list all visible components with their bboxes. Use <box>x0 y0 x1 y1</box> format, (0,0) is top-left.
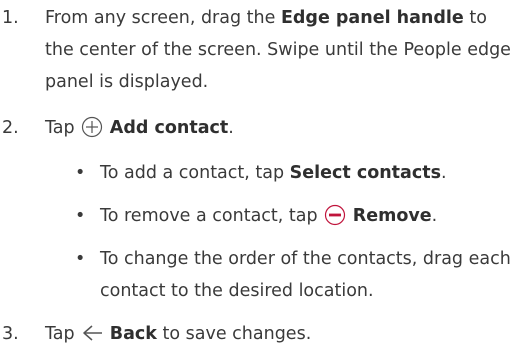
bullet-text-pre: To change the order of the contacts, dra… <box>100 249 511 301</box>
bullet-text-pre: To add a contact, tap <box>100 163 290 183</box>
remove-circle-icon <box>324 204 346 237</box>
ui-term-edge-panel-handle: Edge panel handle <box>280 8 464 28</box>
step-number: 2. <box>2 118 19 138</box>
bullet-text-pre: To remove a contact, tap <box>100 206 324 226</box>
ui-term-add-contact: Add contact <box>109 118 229 138</box>
bullet-marker: • <box>75 163 86 183</box>
step-text-post: . <box>228 118 234 138</box>
ui-term-remove: Remove <box>352 206 432 226</box>
ui-term-back: Back <box>109 324 157 344</box>
step-text: Tap Add contact. <box>45 112 519 149</box>
back-arrow-icon <box>81 322 103 355</box>
bullet-text: To add a contact, tap Select contacts. <box>100 157 523 189</box>
bullet-text-post: . <box>431 206 438 226</box>
step-number: 3. <box>2 324 19 344</box>
bullet-text-post: . <box>441 163 447 183</box>
bullet-marker: • <box>75 249 86 269</box>
bullet-marker: • <box>75 206 86 226</box>
add-circle-icon <box>81 116 103 149</box>
step-text-pre: Tap <box>45 324 81 344</box>
step-text-pre: Tap <box>45 118 81 138</box>
step-text: Tap Back to save changes. <box>45 318 519 355</box>
bullet-text: To remove a contact, tap Remove. <box>100 200 523 237</box>
step-text: From any screen, drag the Edge panel han… <box>45 2 519 98</box>
step-number: 1. <box>2 8 19 28</box>
step-text-pre: From any screen, drag the <box>45 8 281 28</box>
bullet-text: To change the order of the contacts, dra… <box>100 243 523 307</box>
ui-term-select-contacts: Select contacts <box>289 163 442 183</box>
step-text-post: to save changes. <box>156 324 312 344</box>
